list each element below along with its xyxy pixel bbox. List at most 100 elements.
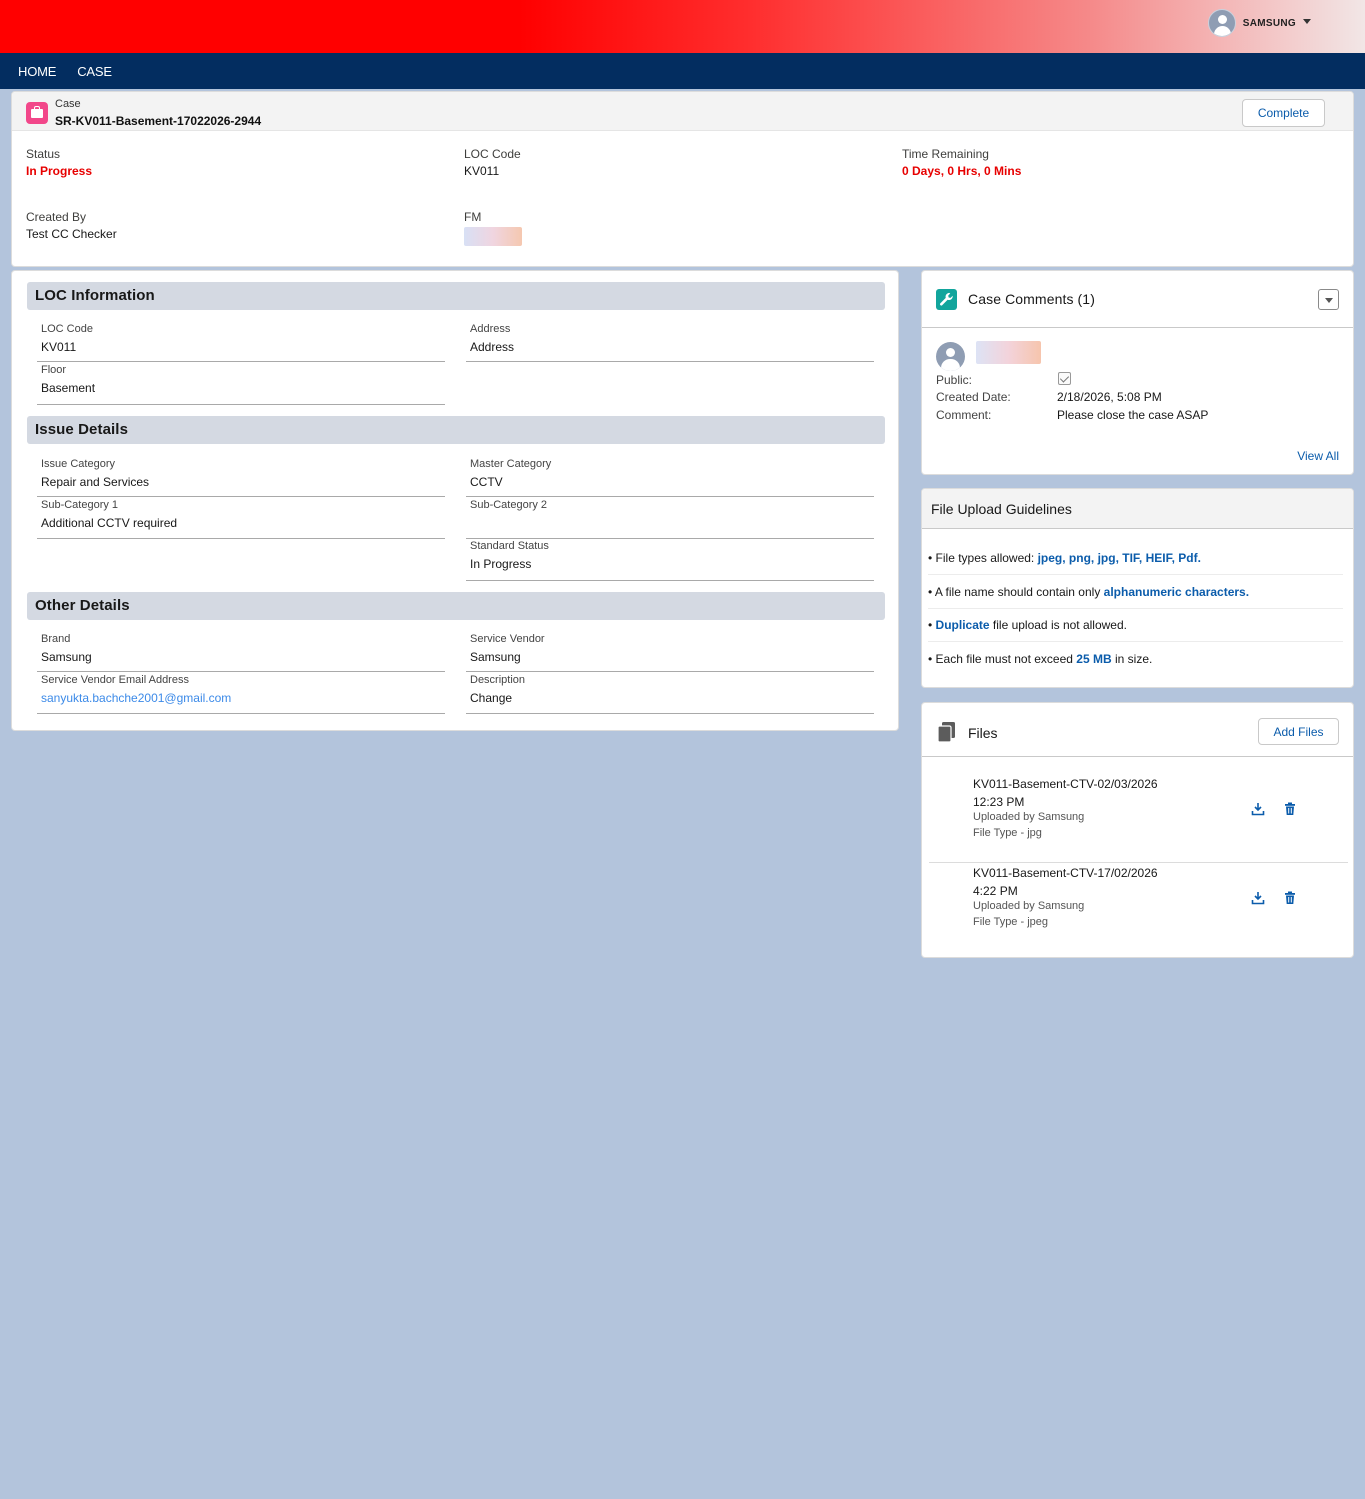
user-menu[interactable]: SAMSUNG xyxy=(1207,9,1311,37)
file-name-line1: KV011-Basement-CTV-02/03/2026 xyxy=(973,777,1158,791)
file-upload-guidelines-card: File Upload Guidelines • File types allo… xyxy=(921,488,1354,688)
field-label: LOC Code xyxy=(41,323,93,335)
field-value: Additional CCTV required xyxy=(41,516,178,530)
nav-case[interactable]: CASE xyxy=(77,64,112,79)
status-field: Status In Progress xyxy=(26,147,92,178)
description-detail: Description Change xyxy=(466,673,874,714)
field-label: Issue Category xyxy=(41,458,115,470)
status-label: Status xyxy=(26,147,61,161)
case-comments-card: Case Comments (1) Public: Created Date: … xyxy=(921,270,1354,475)
guideline-highlight: jpeg, png, jpg, TIF, HEIF, Pdf. xyxy=(1037,551,1201,565)
download-icon[interactable] xyxy=(1251,891,1265,905)
loc-code-label: LOC Code xyxy=(464,147,521,161)
file-item: KV011-Basement-CTV-17/02/2026 4:22 PM Up… xyxy=(929,864,1348,952)
field-value: Change xyxy=(470,691,513,705)
field-value: CCTV xyxy=(470,475,503,489)
files-card: Files Add Files KV011-Basement-CTV-02/03… xyxy=(921,702,1354,958)
comment-label: Comment: xyxy=(936,408,992,422)
field-value: Samsung xyxy=(470,650,521,664)
user-avatar-icon xyxy=(1207,9,1236,37)
guidelines-title: File Upload Guidelines xyxy=(922,489,1353,529)
comments-title: Case Comments (1) xyxy=(968,291,1095,307)
service-vendor-detail: Service Vendor Samsung xyxy=(466,632,874,672)
fm-field: FM xyxy=(464,210,522,246)
field-label: Brand xyxy=(41,633,71,645)
guideline-text: file upload is not allowed. xyxy=(989,618,1127,632)
file-name: KV011-Basement-CTV-17/02/2026 4:22 PM xyxy=(973,864,1173,900)
file-item: KV011-Basement-CTV-02/03/2026 12:23 PM U… xyxy=(929,775,1348,863)
download-icon[interactable] xyxy=(1251,802,1265,816)
loc-code-value: KV011 xyxy=(464,164,500,178)
main-nav: HOME CASE xyxy=(0,53,1365,89)
nav-home[interactable]: HOME xyxy=(18,64,56,79)
created-date-value: 2/18/2026, 5:08 PM xyxy=(1057,390,1162,404)
add-files-button[interactable]: Add Files xyxy=(1258,718,1339,745)
field-value: KV011 xyxy=(41,340,77,354)
field-value: Repair and Services xyxy=(41,475,150,489)
section-loc-information: LOC Information xyxy=(27,282,885,310)
guideline-file-types: • File types allowed: jpeg, png, jpg, TI… xyxy=(928,542,1343,575)
details-card: LOC Information LOC Code KV011 Address A… xyxy=(11,270,899,731)
delete-icon[interactable] xyxy=(1283,891,1297,905)
comment-value: Please close the case ASAP xyxy=(1057,408,1209,422)
brand-detail: Brand Samsung xyxy=(37,632,445,672)
comments-menu-button[interactable] xyxy=(1318,289,1339,310)
floor-detail: Floor Basement xyxy=(37,363,445,405)
sub-category2-detail: Sub-Category 2 xyxy=(466,498,874,539)
field-value: Basement xyxy=(41,381,96,395)
created-by-value: Test CC Checker xyxy=(26,227,117,241)
delete-icon[interactable] xyxy=(1283,802,1297,816)
field-label: Master Category xyxy=(470,458,552,470)
field-value: Address xyxy=(470,340,515,354)
section-other-details: Other Details xyxy=(27,592,885,620)
loc-code-detail: LOC Code KV011 xyxy=(37,322,445,362)
guideline-file-name: • A file name should contain only alphan… xyxy=(928,576,1343,609)
public-label: Public: xyxy=(936,373,973,387)
status-value: In Progress xyxy=(26,164,93,178)
files-header: Files Add Files xyxy=(922,703,1353,757)
case-type-label: Case xyxy=(55,98,81,110)
commenter-avatar-icon xyxy=(936,342,965,371)
file-type: File Type - jpg xyxy=(973,827,1042,839)
vendor-email-link[interactable]: sanyukta.bachche2001@gmail.com xyxy=(41,691,445,705)
file-name-line2: 4:22 PM xyxy=(973,884,1018,898)
file-name: KV011-Basement-CTV-02/03/2026 12:23 PM xyxy=(973,775,1173,811)
case-number: SR-KV011-Basement-17022026-2944 xyxy=(55,114,262,128)
created-by-label: Created By xyxy=(26,210,87,224)
section-issue-details: Issue Details xyxy=(27,416,885,444)
public-checkbox xyxy=(1058,372,1071,385)
time-remaining-label: Time Remaining xyxy=(902,147,989,161)
wrench-icon xyxy=(936,289,957,310)
fm-label: FM xyxy=(464,210,482,224)
guideline-size: • Each file must not exceed 25 MB in siz… xyxy=(928,652,1153,666)
comments-header: Case Comments (1) xyxy=(922,271,1353,328)
files-title: Files xyxy=(968,725,998,741)
chevron-down-icon xyxy=(1303,18,1311,24)
guideline-text: File types allowed: xyxy=(935,551,1038,565)
document-icon xyxy=(937,722,955,743)
fm-value-redacted xyxy=(464,227,522,246)
field-label: Address xyxy=(470,323,511,335)
field-label: Description xyxy=(470,674,526,686)
guideline-duplicate: • Duplicate file upload is not allowed. xyxy=(928,609,1343,642)
field-label: Floor xyxy=(41,364,67,376)
master-category-detail: Master Category CCTV xyxy=(466,457,874,497)
file-uploaded-by: Uploaded by Samsung xyxy=(973,900,1085,912)
file-uploaded-by: Uploaded by Samsung xyxy=(973,811,1085,823)
complete-button[interactable]: Complete xyxy=(1242,99,1325,127)
view-all-link[interactable]: View All xyxy=(1297,449,1339,463)
guideline-text: A file name should contain only xyxy=(934,585,1104,599)
guideline-highlight: Duplicate xyxy=(935,618,990,632)
guideline-text: in size. xyxy=(1111,652,1153,666)
time-remaining-value: 0 Days, 0 Hrs, 0 Mins xyxy=(902,164,1022,178)
guideline-text: Each file must not exceed xyxy=(935,652,1077,666)
created-by-field: Created By Test CC Checker xyxy=(26,210,117,241)
field-value: In Progress xyxy=(470,557,532,571)
guideline-highlight: 25 MB xyxy=(1076,652,1112,666)
issue-category-detail: Issue Category Repair and Services xyxy=(37,457,445,497)
field-label: Service Vendor Email Address xyxy=(41,674,189,686)
top-banner: SAMSUNG xyxy=(0,0,1365,53)
field-value: Samsung xyxy=(41,650,92,664)
standard-status-detail: Standard Status In Progress xyxy=(466,539,874,581)
created-date-label: Created Date: xyxy=(936,390,1011,404)
